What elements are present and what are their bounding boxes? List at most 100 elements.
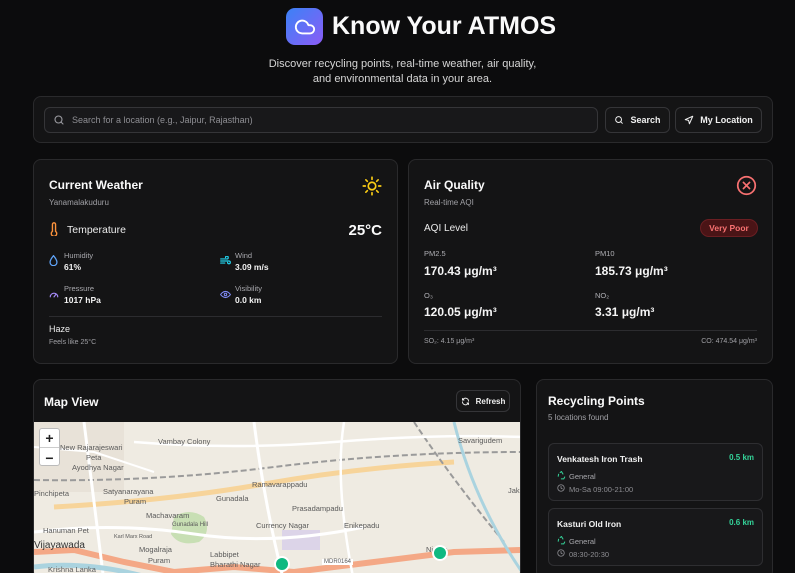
map-label: Hanuman Pet <box>43 526 89 535</box>
recycling-count: 5 locations found <box>548 413 609 422</box>
pm10-value: 185.73 μg/m³ <box>595 264 668 278</box>
recycling-marker[interactable] <box>432 545 448 561</box>
aqi-level-label: AQI Level <box>424 223 468 234</box>
search-button[interactable]: Search <box>605 107 670 133</box>
brand: Know Your ATMOS <box>286 8 556 45</box>
app-title: Know Your ATMOS <box>332 12 557 40</box>
recycling-item-distance: 0.6 km <box>729 518 754 527</box>
recycling-item-hours: 08:30-20:30 <box>569 550 610 559</box>
cloud-logo-icon <box>286 8 323 45</box>
eye-icon <box>220 290 231 299</box>
zoom-control: + − <box>39 428 60 466</box>
weather-card: Current Weather Yanamalakuduru Temperatu… <box>33 159 398 364</box>
map-label: Puram <box>148 556 171 565</box>
map-card: Map View Refresh + − Vambay Colony Savar… <box>33 379 521 573</box>
co-note: CO: 474.54 μg/m³ <box>701 338 757 345</box>
map-label: Bharathi Nagar <box>210 560 261 569</box>
weather-condition: Haze <box>49 324 71 334</box>
map-label: Ramavarappadu <box>252 480 308 489</box>
map-label: Pinchipeta <box>34 489 70 498</box>
search-button-label: Search <box>630 115 661 125</box>
wind-label: Wind <box>235 251 253 260</box>
clock-icon <box>557 549 565 557</box>
weather-title: Current Weather <box>49 178 143 192</box>
aqi-status-badge: Very Poor <box>700 219 758 237</box>
pressure-value: 1017 hPa <box>64 295 101 305</box>
droplet-icon <box>49 255 58 266</box>
so2-note: SO₂: 4.15 μg/m³ <box>424 338 475 345</box>
thermometer-icon <box>50 222 58 236</box>
map-label: Prasadampadu <box>292 504 343 513</box>
sun-icon <box>362 176 382 196</box>
no2-label: NO₂ <box>595 291 610 300</box>
refresh-label: Refresh <box>475 396 506 406</box>
map-label: Vambay Colony <box>158 437 211 446</box>
recycling-item-type: General <box>569 537 596 546</box>
search-input[interactable]: Search for a location (e.g., Jaipur, Raj… <box>44 107 598 133</box>
wind-icon <box>220 256 231 265</box>
map-label: Ayodhya Nagar <box>72 463 124 472</box>
visibility-value: 0.0 km <box>235 295 262 305</box>
map-label: Puram <box>124 497 147 506</box>
weather-location: Yanamalakuduru <box>49 198 109 207</box>
map-label: Jakk <box>508 486 520 495</box>
wind-value: 3.09 m/s <box>235 262 269 272</box>
map-label: Krishna Lanka <box>48 565 96 573</box>
pm25-value: 170.43 μg/m³ <box>424 264 497 278</box>
refresh-button[interactable]: Refresh <box>456 390 510 412</box>
temperature-value: 25°C <box>348 222 382 239</box>
pressure-label: Pressure <box>64 284 95 293</box>
gauge-icon <box>49 292 59 298</box>
road-shield: MDR0164 <box>322 559 354 565</box>
map-label: Enikepadu <box>344 521 380 530</box>
subtitle-line-2: and environmental data in your area. <box>312 73 493 85</box>
o3-label: O₃ <box>424 291 433 300</box>
o3-value: 120.05 μg/m³ <box>424 305 497 319</box>
aqi-title: Air Quality <box>424 178 485 192</box>
recycle-icon <box>557 536 566 545</box>
recycling-list-item[interactable]: Venkatesh Iron Trash 0.5 km General Mo-S… <box>548 443 763 501</box>
recycling-item-distance: 0.5 km <box>729 453 754 462</box>
humidity-label: Humidity <box>64 251 94 260</box>
aqi-divider <box>424 330 757 331</box>
search-placeholder: Search for a location (e.g., Jaipur, Raj… <box>72 115 253 125</box>
recycling-item-type: General <box>569 472 596 481</box>
search-icon <box>615 116 624 124</box>
map-label: Satyanarayana <box>103 487 154 496</box>
map-label: Currency Nagar <box>256 521 309 530</box>
recycling-marker[interactable] <box>274 556 290 572</box>
zoom-out-button[interactable]: − <box>40 448 59 467</box>
map-label: Savarigudem <box>458 436 503 445</box>
clock-icon <box>557 484 565 492</box>
search-icon <box>54 115 64 125</box>
recycling-list-item[interactable]: Kasturi Old Iron 0.6 km General 08:30-20… <box>548 508 763 566</box>
map-label: Vijayawada <box>34 540 85 551</box>
map-label: Gunadala <box>216 494 249 503</box>
feels-like: Feels like 25°C <box>49 339 97 346</box>
subtitle-line-1: Discover recycling points, real-time wea… <box>268 58 537 70</box>
map-label: New Rajarajeswari <box>60 443 123 452</box>
navigation-arrow-icon <box>684 115 694 125</box>
visibility-label: Visibility <box>235 284 262 293</box>
map-title: Map View <box>44 395 99 409</box>
recycle-icon <box>557 471 566 480</box>
humidity-value: 61% <box>64 262 82 272</box>
my-location-button[interactable]: My Location <box>675 107 762 133</box>
map-canvas[interactable]: + − Vambay Colony Savarigudem New Rajara… <box>34 422 520 573</box>
refresh-icon <box>461 397 469 405</box>
pm10-label: PM10 <box>595 249 615 258</box>
zoom-in-button[interactable]: + <box>40 429 59 448</box>
no2-value: 3.31 μg/m³ <box>595 305 655 319</box>
recycling-points-card: Recycling Points 5 locations found Venka… <box>536 379 773 573</box>
app-subtitle: Discover recycling points, real-time wea… <box>0 57 795 87</box>
map-label: Mogalraja <box>139 545 172 554</box>
search-card: Search for a location (e.g., Jaipur, Raj… <box>33 96 773 143</box>
recycling-title: Recycling Points <box>548 394 645 408</box>
weather-divider <box>49 316 382 317</box>
map-label: Peta <box>86 453 102 462</box>
map-label: Machavaram <box>146 511 190 520</box>
x-circle-icon <box>736 175 757 196</box>
aqi-subtitle: Real-time AQI <box>424 198 474 207</box>
pm25-label: PM2.5 <box>424 249 446 258</box>
recycling-item-name: Kasturi Old Iron <box>557 519 622 529</box>
